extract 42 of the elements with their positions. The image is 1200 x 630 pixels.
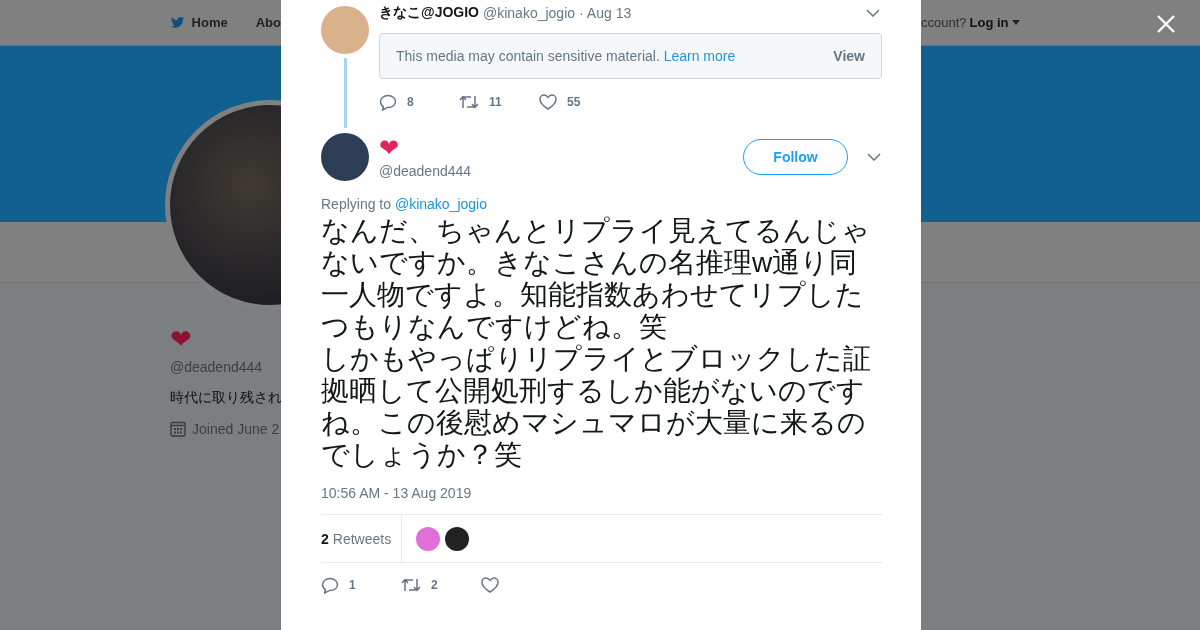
nav-link[interactable]: Home xyxy=(191,15,228,30)
view-button[interactable]: View xyxy=(833,48,865,64)
heart-icon[interactable] xyxy=(481,577,499,593)
author-handle[interactable]: @kinako_jogio xyxy=(483,5,576,21)
mention-link[interactable]: @kinako_jogio xyxy=(394,196,487,212)
chevron-down-icon[interactable] xyxy=(866,9,880,17)
reply-count: 8 xyxy=(407,95,414,109)
reply-icon[interactable] xyxy=(379,93,397,111)
profile-bio: 時代に取り残され xyxy=(170,389,282,407)
tweet-text: しかもやっぱりリプライとブロックした証拠晒して公開処刑するしか能がないのですね。この後慰めマシュマロが大量に来るのでしょうか？笑 xyxy=(321,343,872,471)
reply-icon[interactable] xyxy=(321,576,339,594)
login-link[interactable]: Log in xyxy=(969,15,1009,30)
author-name[interactable]: ❤ xyxy=(379,135,472,160)
joined-date: Joined June 2 xyxy=(192,421,280,437)
like-count: 55 xyxy=(567,95,581,109)
caret-icon xyxy=(1011,20,1020,25)
learn-more-link[interactable]: Learn more xyxy=(663,48,736,64)
display-name: ❤ xyxy=(170,325,192,353)
retweeter-avatar[interactable] xyxy=(445,526,470,551)
heart-icon[interactable] xyxy=(539,94,557,110)
retweet-icon[interactable] xyxy=(459,94,479,110)
nav-link[interactable]: Abo xyxy=(255,15,281,30)
chevron-down-icon[interactable] xyxy=(867,153,881,161)
thread-line xyxy=(343,58,347,128)
account-prompt: ccount? xyxy=(921,15,967,30)
calendar-icon xyxy=(170,421,186,437)
author-name[interactable]: きなこ@JOGIO xyxy=(379,4,479,22)
tweet-timestamp: 10:56 AM - 13 Aug 2019 xyxy=(321,485,473,501)
avatar[interactable] xyxy=(321,133,369,181)
replying-to-text: Replying to @kinako_jogio xyxy=(321,196,488,212)
notice-text: This media may contain sensitive material. Learn more xyxy=(396,48,736,64)
tweet-date[interactable]: · Aug 13 xyxy=(579,5,632,21)
tweet-text: なんだ、ちゃんとリプライ見えてるんじゃないですか。きなこさんの名推理w通り同一人物ですよ。知能指数あわせてリプしたつもりなんですけどね。笑 xyxy=(321,215,871,343)
author-handle[interactable]: @deadend444 xyxy=(379,162,472,179)
retweet-count: 2 xyxy=(431,578,438,592)
close-icon[interactable] xyxy=(1157,15,1175,33)
reply-count: 1 xyxy=(349,578,356,592)
profile-handle: @deadend444 xyxy=(170,359,263,375)
retweet-count: 11 xyxy=(489,95,502,109)
follow-button[interactable]: Follow xyxy=(743,139,848,175)
retweet-count[interactable]: 2 Retweets xyxy=(321,515,403,562)
retweet-icon[interactable] xyxy=(401,577,421,593)
